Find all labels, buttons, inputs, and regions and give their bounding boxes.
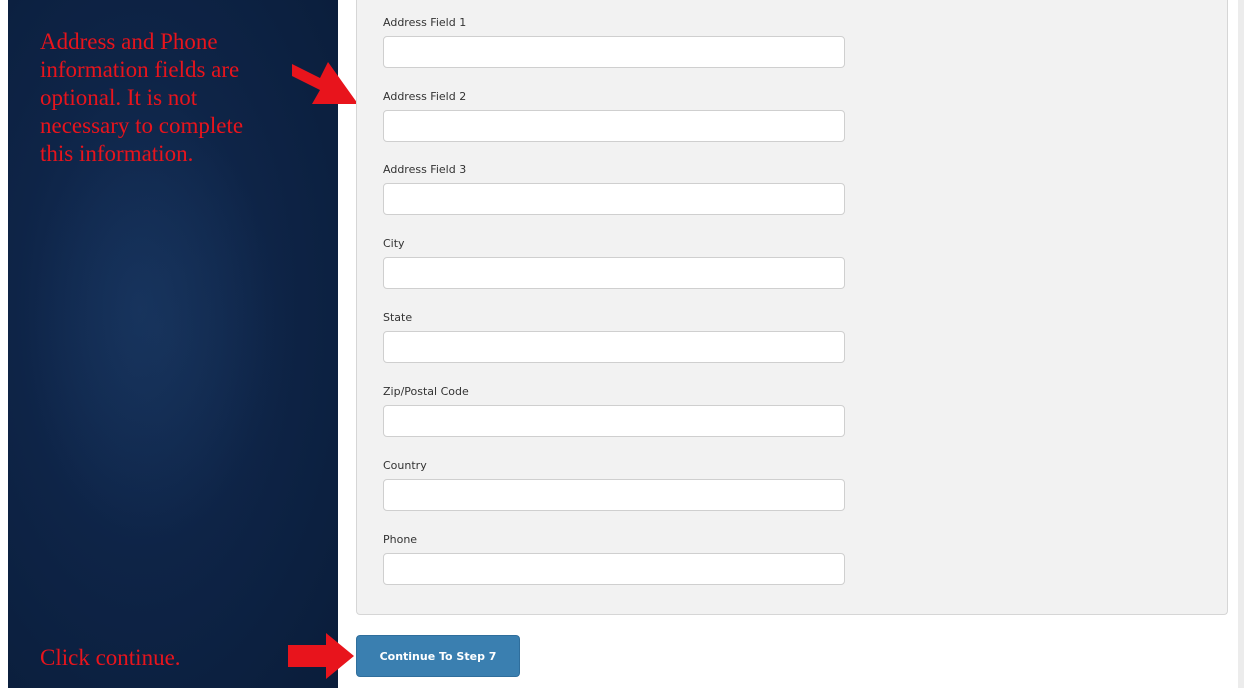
city-label: City bbox=[383, 237, 405, 250]
state-group: State bbox=[383, 311, 845, 363]
address-field-2-label: Address Field 2 bbox=[383, 90, 467, 103]
country-input[interactable] bbox=[383, 479, 845, 511]
phone-label: Phone bbox=[383, 533, 418, 546]
address-field-1-label: Address Field 1 bbox=[383, 16, 467, 29]
address-field-1-group: Address Field 1 bbox=[383, 16, 845, 68]
country-group: Country bbox=[383, 459, 845, 511]
annotation-sidebar: Address and Phone information fields are… bbox=[8, 0, 338, 688]
continue-to-step-7-button[interactable]: Continue To Step 7 bbox=[356, 635, 520, 677]
address-field-2-input[interactable] bbox=[383, 110, 845, 142]
red-arrow-icon bbox=[292, 62, 358, 104]
address-field-2-group: Address Field 2 bbox=[383, 90, 845, 142]
phone-group: Phone bbox=[383, 533, 845, 585]
zip-postal-code-label: Zip/Postal Code bbox=[383, 385, 469, 398]
address-form-panel: Address Field 1 Address Field 2 Address … bbox=[356, 0, 1228, 615]
state-input[interactable] bbox=[383, 331, 845, 363]
address-field-1-input[interactable] bbox=[383, 36, 845, 68]
phone-input[interactable] bbox=[383, 553, 845, 585]
city-input[interactable] bbox=[383, 257, 845, 289]
country-label: Country bbox=[383, 459, 427, 472]
address-field-3-label: Address Field 3 bbox=[383, 163, 467, 176]
address-field-3-input[interactable] bbox=[383, 183, 845, 215]
zip-postal-code-input[interactable] bbox=[383, 405, 845, 437]
page: Address and Phone information fields are… bbox=[0, 0, 1244, 688]
optional-fields-note: Address and Phone information fields are… bbox=[40, 29, 244, 166]
page-edge bbox=[1238, 0, 1244, 688]
zip-postal-code-group: Zip/Postal Code bbox=[383, 385, 845, 437]
red-arrow-icon bbox=[288, 633, 354, 679]
background-silhouette bbox=[28, 120, 288, 540]
address-field-3-group: Address Field 3 bbox=[383, 163, 845, 215]
state-label: State bbox=[383, 311, 413, 324]
click-continue-note: Click continue. bbox=[40, 645, 181, 670]
city-group: City bbox=[383, 237, 845, 289]
